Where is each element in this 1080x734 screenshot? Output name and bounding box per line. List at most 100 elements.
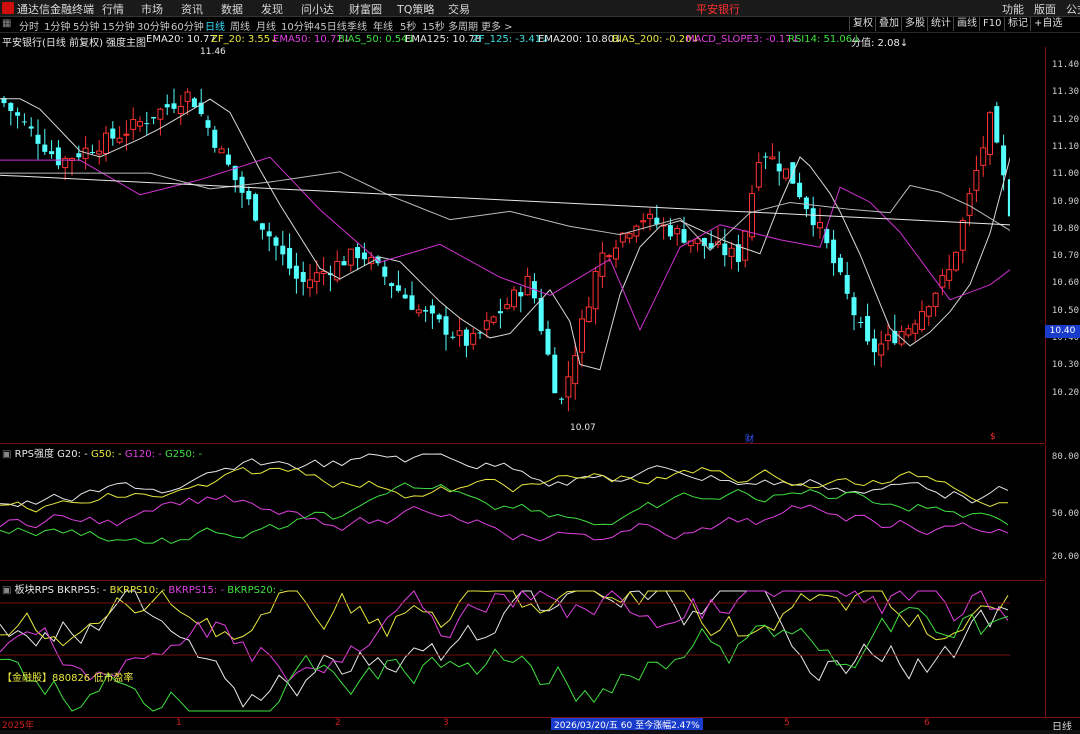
add-watchlist-button[interactable]: +自选	[1030, 17, 1065, 31]
period-1min[interactable]: 1分钟	[44, 18, 70, 33]
adjust-button[interactable]: 复权	[849, 17, 876, 31]
menu-tq[interactable]: TQ策略	[397, 1, 434, 17]
candle-body	[42, 144, 48, 152]
candle-body	[885, 334, 891, 342]
candle-body	[171, 103, 177, 109]
period-quarter[interactable]: 季线	[347, 18, 367, 33]
price-tick: 10.30	[1051, 360, 1079, 371]
candle-body	[177, 105, 184, 115]
rps-tick-80: 80.00	[1051, 452, 1079, 462]
candle-body	[287, 247, 293, 269]
candle-body	[415, 309, 422, 314]
draw-button[interactable]: 画线	[953, 17, 980, 31]
period-daily[interactable]: 日线	[205, 18, 225, 33]
candle-body	[293, 265, 299, 279]
dividend-event-label[interactable]: $	[990, 432, 996, 442]
menu-market[interactable]: 市场	[141, 1, 163, 17]
app-logo-icon	[2, 2, 14, 14]
candle-body	[110, 128, 116, 139]
candle-body	[96, 150, 103, 155]
menu-quotes[interactable]: 行情	[102, 1, 124, 17]
menu-data[interactable]: 数据	[221, 1, 243, 17]
candle-body	[925, 306, 932, 317]
candle-body	[681, 229, 687, 243]
price-tick: 10.50	[1051, 305, 1079, 316]
candle-body	[341, 261, 347, 266]
bk-title: ▣ 板块RPS BKRPS5: - BKRPS10: - BKRPS15: - …	[2, 581, 283, 596]
candlestick-chart[interactable]	[0, 47, 1010, 443]
stats-button[interactable]: 统计	[927, 17, 954, 31]
bk-panel-menu-icon[interactable]: ▣	[2, 585, 15, 596]
candle-body	[225, 154, 231, 165]
candle-body	[545, 328, 551, 355]
indicator-line	[0, 606, 1009, 712]
candle-body	[871, 338, 877, 353]
grid-icon[interactable]: ▦	[2, 18, 11, 29]
f10-button[interactable]: F10	[979, 17, 1004, 31]
mark-button[interactable]: 标记	[1004, 17, 1031, 31]
menu-news[interactable]: 资讯	[181, 1, 203, 17]
bkrps-panel[interactable]: ▣ 板块RPS BKRPS5: - BKRPS10: - BKRPS15: - …	[0, 581, 1045, 717]
price-tick: 10.80	[1051, 223, 1079, 234]
period-10min[interactable]: 10分钟	[281, 18, 314, 33]
candle-body	[382, 266, 388, 277]
candle-body	[157, 108, 164, 120]
period-year[interactable]: 年线	[373, 18, 393, 33]
price-tick: 10.60	[1051, 278, 1079, 289]
rps-axis: 80.00 50.00 20.00	[1045, 444, 1080, 580]
rps-panel[interactable]: ▣ RPS强度 G20: - G50: - G120: - G250: -	[0, 444, 1045, 581]
menu-layout[interactable]: 版面	[1034, 1, 1056, 17]
menu-formula[interactable]: 公式	[1066, 1, 1080, 17]
candle-body	[667, 225, 673, 237]
period-60min[interactable]: 60分钟	[171, 18, 204, 33]
rps-chart[interactable]	[0, 444, 1010, 580]
period-30min[interactable]: 30分钟	[137, 18, 170, 33]
candle-body	[55, 147, 61, 166]
candle-body	[837, 257, 843, 273]
panel-menu-icon[interactable]: ▣	[2, 449, 15, 460]
date-month-2: 2	[335, 718, 341, 728]
candle-body	[218, 148, 225, 154]
bkrps-chart[interactable]	[0, 581, 1010, 717]
period-multi[interactable]: 多周期	[448, 18, 478, 33]
period-weekly[interactable]: 周线	[230, 18, 250, 33]
candle-body	[361, 252, 367, 260]
sector-note[interactable]: 【金融股】880826 低市盈率	[2, 669, 133, 684]
rps-tick-50: 50.00	[1051, 509, 1079, 519]
period-45day[interactable]: 45日线	[314, 18, 347, 33]
period-monthly[interactable]: 月线	[256, 18, 276, 33]
candle-body	[429, 305, 435, 314]
candle-body	[858, 321, 864, 323]
period-5sec[interactable]: 5秒	[400, 18, 416, 33]
period-5min[interactable]: 5分钟	[73, 18, 99, 33]
bottom-tabs[interactable]	[0, 730, 1080, 734]
menu-discover[interactable]: 发现	[261, 1, 283, 17]
period-15min[interactable]: 15分钟	[102, 18, 135, 33]
period-intraday[interactable]: 分时	[19, 18, 39, 33]
menu-bar: 通达信金融终端 行情 市场 资讯 数据 发现 问小达 财富圈 TQ策略 交易 平…	[0, 0, 1080, 17]
candle-body	[130, 119, 137, 130]
candle-body	[395, 285, 401, 291]
menu-function[interactable]: 功能	[1002, 1, 1024, 17]
period-15sec[interactable]: 15秒	[422, 18, 445, 33]
overlay-button[interactable]: 叠加	[875, 17, 902, 31]
period-more[interactable]: 更多 >	[481, 18, 513, 33]
price-tick: 10.20	[1051, 387, 1079, 398]
bk-rps5: BKRPS5: -	[57, 585, 107, 596]
multi-stock-button[interactable]: 多股	[901, 17, 928, 31]
menu-ask[interactable]: 问小达	[301, 1, 334, 17]
date-month-1: 1	[176, 718, 182, 728]
candle-body	[355, 246, 361, 259]
menu-trade[interactable]: 交易	[448, 1, 470, 17]
candle-body	[905, 328, 912, 336]
candle-body	[572, 355, 579, 385]
candlestick-panel[interactable]	[0, 47, 1045, 444]
candle-body	[980, 147, 987, 166]
candle-body	[674, 227, 681, 235]
menu-wealth[interactable]: 财富圈	[349, 1, 382, 17]
candle-body	[810, 208, 816, 226]
candle-body	[450, 336, 456, 338]
rps-title-text: RPS强度	[14, 449, 54, 460]
candle-body	[749, 193, 755, 238]
candle-body	[184, 91, 191, 102]
